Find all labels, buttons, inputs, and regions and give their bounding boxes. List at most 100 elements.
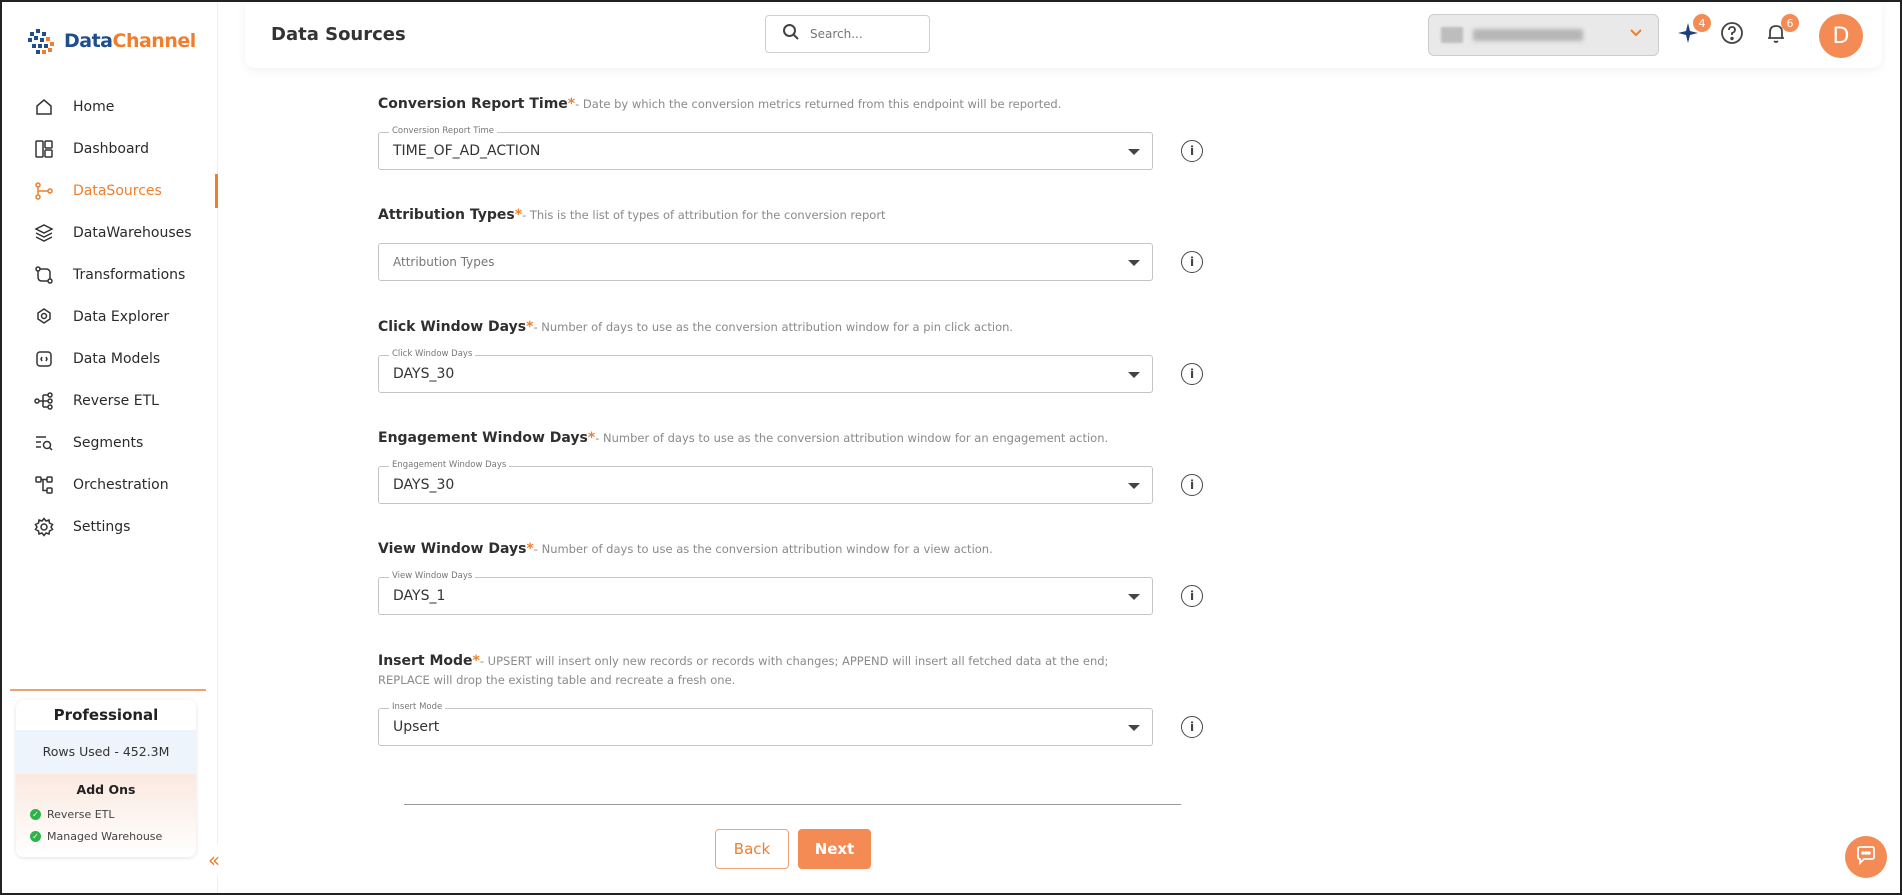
field-label-text: Insert Mode	[378, 653, 473, 669]
field-label-text: Attribution Types	[378, 207, 515, 223]
view-window-days-select[interactable]: View Window Days DAYS_1	[378, 571, 1153, 615]
sidebar-item-home[interactable]: Home	[2, 86, 218, 128]
home-icon	[33, 96, 55, 118]
sidebar-item-data-explorer[interactable]: Data Explorer	[2, 296, 218, 338]
chevron-down-icon	[1628, 25, 1644, 45]
logo[interactable]: DataChannel	[24, 24, 196, 58]
insert-mode-select[interactable]: Insert Mode Upsert	[378, 702, 1153, 746]
workspace-avatar	[1441, 27, 1463, 43]
dropdown-caret-icon	[1128, 149, 1140, 155]
addon-item: ✓ Managed Warehouse	[16, 825, 196, 847]
field-description: - This is the list of types of attributi…	[522, 208, 886, 222]
sidebar-item-datawarehouses[interactable]: DataWarehouses	[2, 212, 218, 254]
addon-label: Managed Warehouse	[47, 829, 163, 843]
field-description: - UPSERT will insert only new records or…	[479, 654, 1109, 668]
plan-rows-used: Rows Used - 452.3M	[16, 730, 196, 774]
field-engagement-window-days: Engagement Window Days*- Number of days …	[378, 430, 1208, 504]
reverse-etl-icon	[33, 390, 55, 412]
info-icon[interactable]: i	[1181, 251, 1203, 273]
workspace-name	[1473, 29, 1583, 41]
sidebar-item-transformations[interactable]: Transformations	[2, 254, 218, 296]
orchestration-icon	[33, 474, 55, 496]
field-attribution-types: Attribution Types*- This is the list of …	[378, 207, 1208, 281]
sidebar-item-segments[interactable]: Segments	[2, 422, 218, 464]
back-button[interactable]: Back	[715, 829, 789, 869]
datachannel-logo-icon	[24, 24, 58, 58]
field-label: Insert Mode*- UPSERT will insert only ne…	[378, 653, 1208, 669]
floating-label: View Window Days	[389, 571, 476, 581]
info-icon[interactable]: i	[1181, 585, 1203, 607]
sidebar-item-reverse-etl[interactable]: Reverse ETL	[2, 380, 218, 422]
help-button[interactable]	[1719, 22, 1745, 48]
sidebar-item-label: Data Models	[73, 351, 161, 367]
user-avatar[interactable]: D	[1819, 14, 1863, 58]
field-conversion-report-time: Conversion Report Time*- Date by which t…	[378, 96, 1208, 170]
explorer-icon	[33, 306, 55, 328]
field-view-window-days: View Window Days*- Number of days to use…	[378, 541, 1208, 615]
sidebar-item-datasources[interactable]: DataSources	[2, 170, 218, 212]
sidebar-item-label: Dashboard	[73, 141, 149, 157]
models-icon	[33, 348, 55, 370]
plan-addons: Add Ons ✓ Reverse ETL ✓ Managed Warehous…	[16, 774, 196, 857]
sidebar-item-dashboard[interactable]: Dashboard	[2, 128, 218, 170]
workspace-selector[interactable]	[1428, 14, 1659, 56]
field-description: - Date by which the conversion metrics r…	[575, 97, 1062, 111]
field-label: Conversion Report Time*- Date by which t…	[378, 96, 1208, 112]
required-marker: *	[526, 541, 534, 557]
engagement-window-days-select[interactable]: Engagement Window Days DAYS_30	[378, 460, 1153, 504]
ai-sparkle-button[interactable]: 4	[1675, 14, 1711, 48]
floating-label: Insert Mode	[389, 702, 446, 712]
chat-bubble-icon	[1855, 844, 1877, 870]
field-label: Click Window Days*- Number of days to us…	[378, 319, 1208, 335]
sparkle-badge: 4	[1693, 14, 1711, 32]
field-insert-mode: Insert Mode*- UPSERT will insert only ne…	[378, 653, 1208, 746]
sidebar-item-label: DataSources	[73, 183, 162, 199]
dropdown-caret-icon	[1128, 594, 1140, 600]
logo-text: DataChannel	[64, 30, 196, 52]
addon-label: Reverse ETL	[47, 807, 115, 821]
field-label-text: View Window Days	[378, 541, 527, 557]
plan-divider	[10, 689, 206, 691]
select-value: TIME_OF_AD_ACTION	[393, 143, 541, 159]
chat-support-button[interactable]	[1845, 836, 1887, 878]
info-icon[interactable]: i	[1181, 474, 1203, 496]
plan-card: Professional Rows Used - 452.3M Add Ons …	[16, 700, 196, 857]
click-window-days-select[interactable]: Click Window Days DAYS_30	[378, 349, 1153, 393]
select-value: DAYS_30	[393, 477, 455, 493]
sidebar-item-label: DataWarehouses	[73, 225, 192, 241]
field-description-line2: REPLACE will drop the existing table and…	[378, 673, 736, 687]
collapse-sidebar-icon[interactable]: «	[198, 844, 230, 876]
info-icon[interactable]: i	[1181, 140, 1203, 162]
logo-text-part1: Data	[64, 30, 113, 52]
info-icon[interactable]: i	[1181, 716, 1203, 738]
info-icon[interactable]: i	[1181, 363, 1203, 385]
sidebar-item-orchestration[interactable]: Orchestration	[2, 464, 218, 506]
layers-icon	[33, 222, 55, 244]
notifications-button[interactable]: 6	[1763, 14, 1799, 48]
check-circle-icon: ✓	[30, 808, 41, 820]
sidebar-nav: Home Dashboard DataSources DataWarehouse…	[2, 86, 218, 548]
notification-badge: 6	[1781, 14, 1799, 32]
field-label-text: Conversion Report Time	[378, 96, 568, 112]
sidebar-item-label: Orchestration	[73, 477, 169, 493]
conversion-report-time-select[interactable]: Conversion Report Time TIME_OF_AD_ACTION	[378, 126, 1153, 170]
search-box[interactable]	[765, 15, 930, 53]
dropdown-caret-icon	[1128, 372, 1140, 378]
search-input[interactable]	[810, 27, 910, 41]
plan-title: Professional	[53, 706, 159, 724]
search-icon	[782, 23, 800, 45]
floating-label: Conversion Report Time	[389, 126, 498, 136]
field-label: Attribution Types*- This is the list of …	[378, 207, 1208, 223]
addons-title: Add Ons	[76, 782, 136, 797]
field-label-text: Engagement Window Days	[378, 430, 588, 446]
sidebar-item-settings[interactable]: Settings	[2, 506, 218, 548]
addon-item: ✓ Reverse ETL	[16, 803, 196, 825]
attribution-types-select[interactable]: Attribution Types	[378, 243, 1153, 281]
sidebar-item-label: Transformations	[73, 267, 186, 283]
dropdown-caret-icon	[1128, 725, 1140, 731]
page-title: Data Sources	[271, 24, 406, 45]
next-button[interactable]: Next	[798, 829, 871, 869]
floating-label: Engagement Window Days	[389, 460, 510, 470]
sidebar-item-label: Home	[73, 99, 115, 115]
sidebar-item-data-models[interactable]: Data Models	[2, 338, 218, 380]
